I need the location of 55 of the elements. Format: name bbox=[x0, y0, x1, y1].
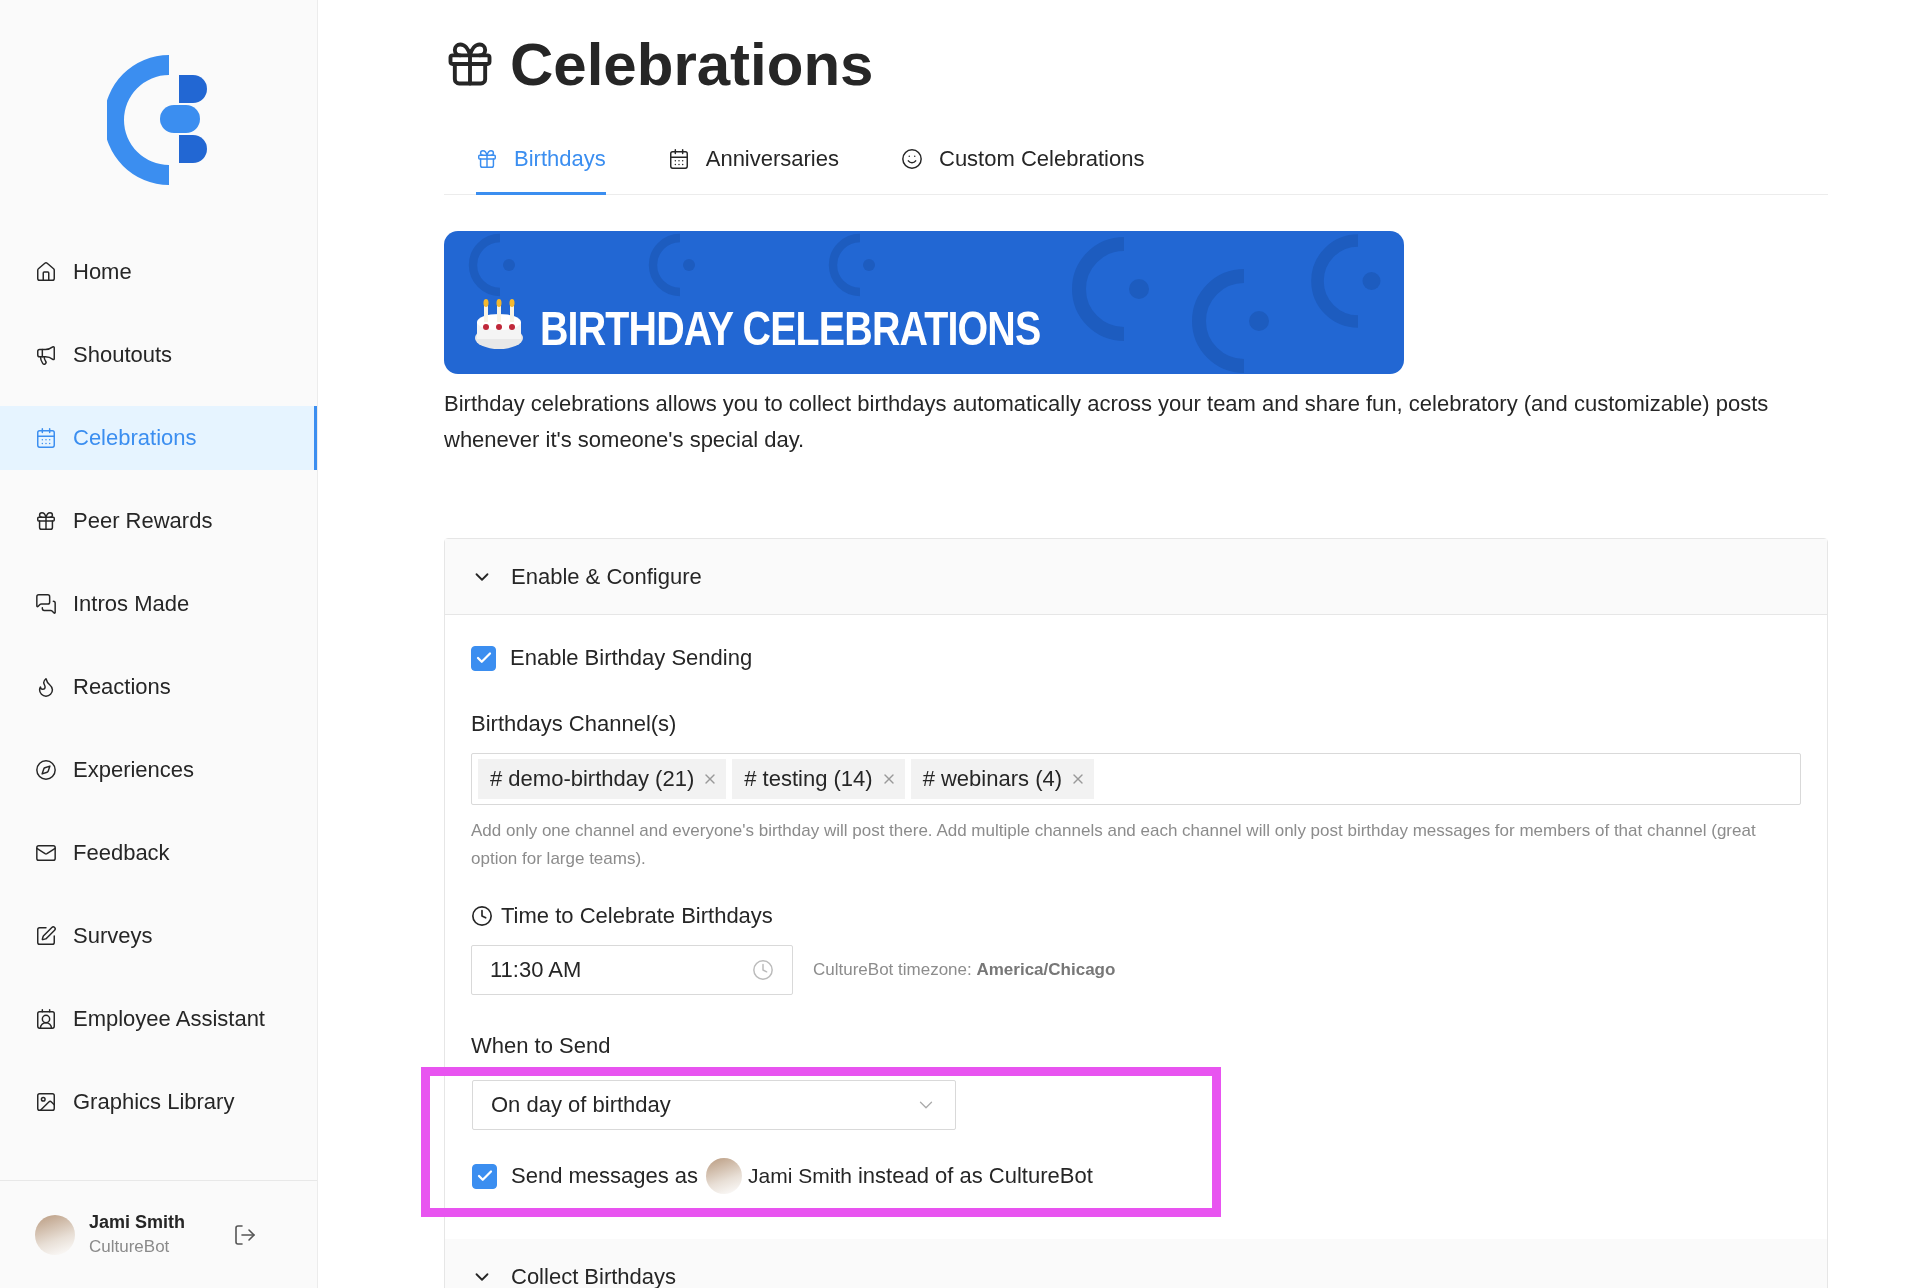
cake-icon bbox=[474, 298, 524, 350]
sidebar-item[interactable]: Reactions bbox=[0, 655, 317, 719]
home-icon bbox=[35, 261, 57, 283]
logout-icon[interactable] bbox=[233, 1222, 257, 1247]
section-header[interactable]: Enable & Configure bbox=[445, 539, 1827, 615]
smiley-icon bbox=[901, 148, 923, 170]
section-header[interactable]: Collect Birthdays bbox=[445, 1239, 1827, 1288]
checkbox[interactable] bbox=[472, 1163, 497, 1189]
avatar bbox=[35, 1214, 75, 1255]
description: Birthday celebrations allows you to collect birthdays automatically across your team and share fun, celebratory (and customizable) posts whenever it's someone's special day. bbox=[444, 390, 1770, 454]
channel-tag: # webinars (4) bbox=[910, 759, 1094, 799]
tab[interactable]: Custom Celebrations bbox=[901, 134, 1145, 195]
channel-tag: # testing (14) bbox=[732, 759, 905, 799]
sidebar-item[interactable]: Shoutouts bbox=[0, 323, 317, 387]
sidebar-item[interactable]: Intros Made bbox=[0, 572, 317, 636]
banner-title: BIRTHDAY CELEBRATIONS bbox=[540, 301, 1041, 356]
pencil-square-icon bbox=[35, 925, 57, 947]
time-input[interactable]: 11:30 AM bbox=[471, 945, 793, 995]
channel-select[interactable]: # demo-birthday (21) # testing (14) # webinars (4) bbox=[471, 753, 1801, 805]
sidebar-item[interactable]: Feedback bbox=[0, 821, 317, 885]
sidebar-item[interactable]: Surveys bbox=[0, 904, 317, 968]
field-label: Time to Celebrate Birthdays bbox=[501, 903, 773, 929]
sidebar-item[interactable]: Peer Rewards bbox=[0, 489, 317, 553]
tab[interactable]: Anniversaries bbox=[667, 134, 839, 195]
user-subtitle: CultureBot bbox=[89, 1237, 171, 1257]
megaphone-icon bbox=[35, 344, 57, 366]
checkbox-label: Enable Birthday Sending bbox=[510, 645, 753, 671]
gift-icon bbox=[476, 148, 498, 170]
field-label: Birthdays Channel(s) bbox=[471, 711, 678, 737]
checkbox-label: instead of as CultureBot bbox=[857, 1163, 1093, 1189]
calendar-icon bbox=[35, 427, 57, 449]
when-dropdown[interactable]: On day of birthday bbox=[472, 1080, 956, 1130]
checkbox-label: Send messages as bbox=[511, 1163, 699, 1189]
compass-icon bbox=[35, 759, 57, 781]
field-label: When to Send bbox=[471, 1033, 612, 1059]
calendar-icon bbox=[667, 148, 690, 170]
clock-icon bbox=[471, 905, 493, 927]
sidebar-item[interactable]: Employee Assistant bbox=[0, 987, 317, 1051]
clock-icon bbox=[752, 959, 774, 981]
sidebar-item[interactable]: Graphics Library bbox=[0, 1070, 317, 1134]
sidebar-item[interactable]: Home bbox=[0, 240, 317, 304]
envelope-icon bbox=[35, 842, 57, 864]
gift-icon bbox=[35, 510, 57, 532]
avatar bbox=[706, 1158, 743, 1194]
user-name: Jami Smith bbox=[748, 1164, 852, 1188]
contact-card-icon bbox=[35, 1008, 57, 1030]
timezone-note: CultureBot timezone: America/Chicago bbox=[813, 960, 1116, 980]
user-name: Jami Smith bbox=[89, 1212, 187, 1233]
page-title: Celebrations bbox=[510, 29, 874, 99]
checkbox[interactable] bbox=[471, 645, 496, 671]
chat-bubbles-icon bbox=[35, 593, 57, 615]
channel-tag: # demo-birthday (21) bbox=[478, 759, 727, 799]
field-hint: Add only one channel and everyone's birthday will post there. Add multiple channels and each channel will only post birthday messages for members of that channel (great option for large teams). bbox=[471, 820, 1757, 870]
image-icon bbox=[35, 1091, 57, 1113]
sidebar-item[interactable]: Experiences bbox=[0, 738, 317, 802]
